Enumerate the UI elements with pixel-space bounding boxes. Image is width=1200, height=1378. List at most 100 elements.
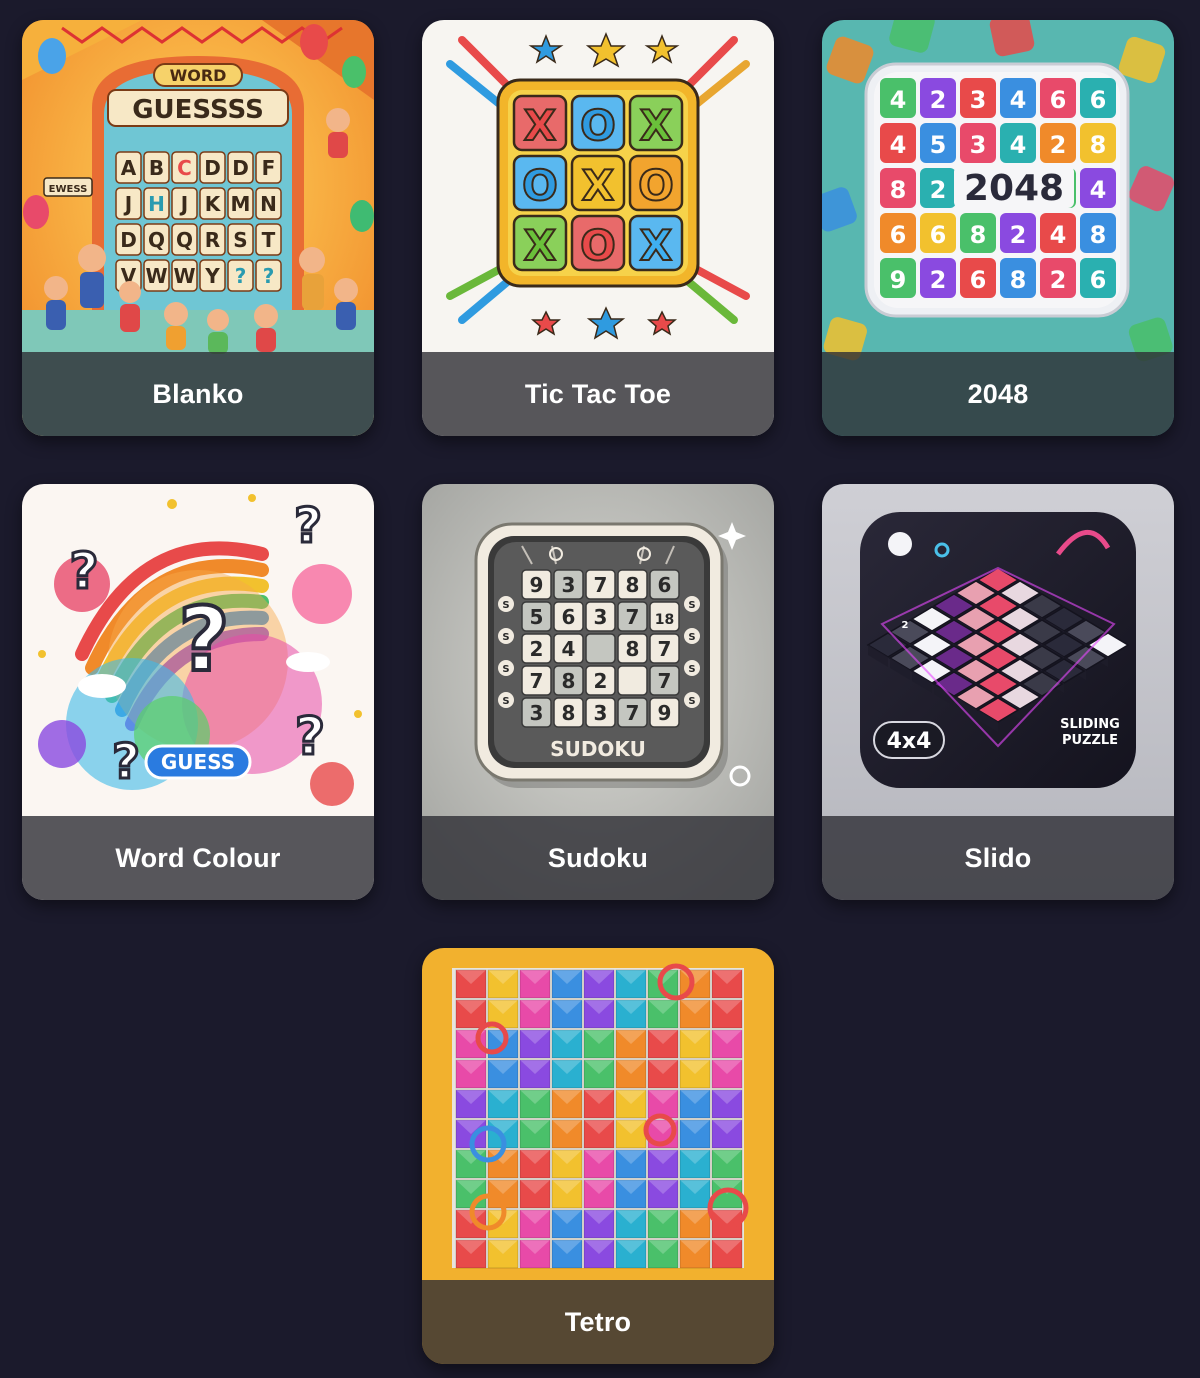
letter-tile-char: F [262, 156, 276, 180]
sudoku-cell-value: 8 [562, 701, 576, 725]
game-title: Tetro [564, 1306, 632, 1337]
tile-2048-value: 4 [1010, 131, 1027, 159]
tile-2048-value: 9 [890, 266, 907, 294]
tile-2048-value: 4 [1010, 86, 1027, 114]
word-colour-art-mark: ? [294, 498, 322, 554]
word-colour-art-mark: ? [112, 734, 140, 790]
letter-tile-char: B [149, 156, 164, 180]
game-card-2048[interactable]: 423466453428824668248926826 2048 2048 [822, 20, 1174, 436]
blanko-art-headline: GUESSSS [132, 95, 264, 125]
ttt-mark: X [582, 161, 614, 210]
sudoku-cell [617, 665, 648, 696]
ttt-mark: O [580, 101, 616, 150]
ttt-mark: O [638, 161, 674, 210]
game-card-word-colour[interactable]: ? ? ? ? ? GUESS Word Colour [22, 484, 374, 900]
card-label-bar: Blanko [22, 352, 374, 436]
game-card-tic-tac-toe[interactable]: XOXOXOXOX Tic Tac Toe [422, 20, 774, 436]
tile-2048-value: 2 [930, 86, 947, 114]
tile-2048-value: 8 [890, 176, 907, 204]
tile-2048-value: 6 [930, 221, 947, 249]
card-label-bar: 2048 [822, 352, 1174, 436]
tile-2048-value: 3 [970, 131, 987, 159]
sudoku-cell-value: 7 [658, 669, 672, 693]
ttt-mark: O [580, 221, 616, 270]
game-card-tetro[interactable]: Tetro [422, 948, 774, 1364]
game-title: Tic Tac Toe [524, 378, 672, 409]
sudoku-cell-value: 6 [658, 573, 672, 597]
game-card-slido[interactable]: 4x4 SLIDING PUZZLE 2 Slido [822, 484, 1174, 900]
2048-art-center: 2048 [964, 168, 1064, 209]
tile-2048-value: 5 [930, 131, 947, 159]
blanko-art-sign: EWESS [49, 184, 88, 195]
sudoku-side-char: S [502, 600, 509, 611]
sudoku-cell-value: 3 [562, 573, 576, 597]
card-label-bar: Sudoku [422, 816, 774, 900]
ttt-mark: X [640, 101, 672, 150]
sudoku-side-char: S [688, 600, 695, 611]
card-label-bar: Tetro [422, 1280, 774, 1364]
letter-tile-char: ? [235, 264, 247, 288]
tile-2048-value: 8 [1010, 266, 1027, 294]
word-colour-art-mark: ? [178, 588, 229, 691]
sudoku-art-title: SUDOKU [550, 737, 646, 761]
sudoku-cell-value: 4 [562, 637, 576, 661]
game-title: Sudoku [547, 842, 649, 873]
letter-tile-char: H [148, 192, 165, 216]
sudoku-cell-value: 8 [562, 669, 576, 693]
letter-tile-char: ? [263, 264, 275, 288]
sudoku-cell-value: 2 [530, 637, 544, 661]
letter-tile-char: A [121, 156, 137, 180]
sudoku-side-char: S [502, 696, 509, 707]
word-colour-art-mark: ? [295, 707, 325, 767]
sudoku-cell-value: 3 [594, 701, 608, 725]
sudoku-cell-value: 2 [594, 669, 608, 693]
letter-tile-char: J [179, 192, 188, 216]
sudoku-cell-value: 9 [530, 573, 544, 597]
tile-2048-value: 4 [1090, 176, 1107, 204]
slido-art-tile-label: 2 [902, 620, 909, 631]
sudoku-cell-value: 7 [658, 637, 672, 661]
tile-2048-value: 2 [1050, 266, 1067, 294]
game-title: Blanko [152, 378, 244, 409]
ttt-mark: X [640, 221, 672, 270]
game-title: Word Colour [115, 842, 281, 873]
tile-2048-value: 4 [1050, 221, 1067, 249]
ttt-mark: O [522, 161, 558, 210]
letter-tile-char: S [233, 228, 247, 252]
card-label-bar: Word Colour [22, 816, 374, 900]
game-card-sudoku[interactable]: 9 3 7 8 6 5 6 3 7 18 2 4 8 7 7 8 2 7 3 8 3 7 9 SSSSSSSS SUDOKU… [422, 484, 774, 900]
tile-2048-value: 4 [890, 86, 907, 114]
slido-art-caption: PUZZLE [1062, 733, 1118, 748]
sudoku-cell-value: 9 [658, 701, 672, 725]
sudoku-side-char: S [502, 664, 509, 675]
game-card-blanko[interactable]: WORD GUESSSS A B C D D F J H J K M N D Q Q R S T V W W Y?? EW… [22, 20, 374, 436]
word-colour-art-badge: GUESS [161, 750, 235, 774]
tile-2048-value: 2 [1010, 221, 1027, 249]
letter-tile-char: Y [204, 264, 220, 288]
ttt-mark: X [524, 101, 556, 150]
tile-2048-value: 6 [1090, 266, 1107, 294]
letter-tile-char: M [231, 192, 251, 216]
tile-2048-value: 2 [930, 176, 947, 204]
sudoku-cell-value: 3 [594, 605, 608, 629]
blanko-art-badge: WORD [170, 66, 227, 85]
letter-tile-char: K [205, 192, 222, 216]
sudoku-side-char: S [688, 632, 695, 643]
sudoku-cell-value: 7 [626, 605, 640, 629]
sudoku-cell-value: 6 [562, 605, 576, 629]
game-title: Slido [964, 842, 1032, 873]
letter-tile-char: W [173, 264, 195, 288]
letter-tile-char: R [205, 228, 220, 252]
letter-tile-char: Q [148, 228, 165, 252]
letter-tile-char: C [177, 156, 192, 180]
sudoku-cell-value: 5 [530, 605, 544, 629]
letter-tile-char: N [260, 192, 277, 216]
sudoku-cell-value: 8 [626, 637, 640, 661]
word-colour-art-mark: ? [69, 542, 98, 600]
sudoku-cell-value: 18 [655, 612, 674, 628]
ttt-mark: X [524, 221, 556, 270]
tile-2048-value: 4 [890, 131, 907, 159]
slido-art-caption: SLIDING [1060, 717, 1120, 732]
sudoku-cell [585, 633, 616, 664]
sudoku-cell-value: 7 [626, 701, 640, 725]
